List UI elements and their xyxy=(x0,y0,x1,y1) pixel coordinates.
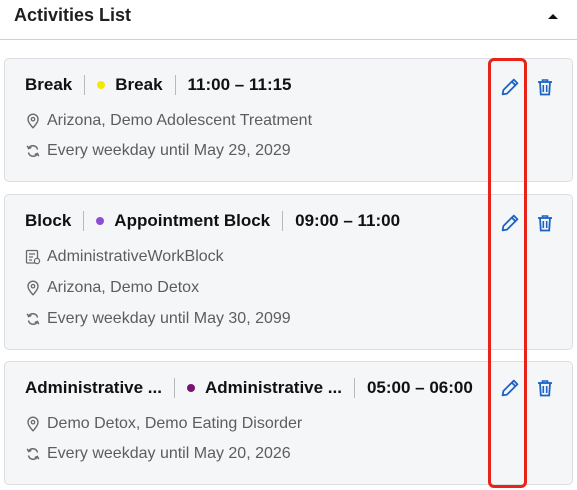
location-pin-icon xyxy=(25,416,41,432)
delete-button[interactable] xyxy=(534,377,556,399)
section-title: Activities List xyxy=(14,5,132,25)
activity-type-dot-icon xyxy=(97,81,106,89)
activity-locations: Demo Detox, Demo Eating Disorder xyxy=(47,415,303,432)
delete-button[interactable] xyxy=(534,212,556,234)
activity-recurrence: Every weekday until May 30, 2099 xyxy=(47,310,291,327)
activity-type-dot-icon xyxy=(96,217,105,225)
activity-summary-row: Break Break 11:00 – 11:15 xyxy=(25,75,292,95)
location-pin-icon xyxy=(25,280,41,296)
activity-name: Block xyxy=(25,211,72,230)
activity-location-row: Demo Detox, Demo Eating Disorder xyxy=(25,415,302,433)
workblock-icon xyxy=(25,249,41,265)
divider xyxy=(353,378,355,398)
collapse-button[interactable] xyxy=(541,6,565,26)
activity-time: 11:00 – 11:15 xyxy=(187,75,292,94)
delete-button[interactable] xyxy=(534,76,556,98)
activity-recurrence-row: Every weekday until May 20, 2026 xyxy=(25,445,291,463)
repeat-icon xyxy=(25,311,41,327)
activity-recurrence-row: Every weekday until May 29, 2029 xyxy=(25,142,291,160)
trash-icon xyxy=(538,79,552,96)
divider xyxy=(173,378,175,398)
divider xyxy=(84,75,86,95)
activity-type: Appointment Block xyxy=(114,211,271,230)
divider xyxy=(83,211,85,231)
activity-type-dot-icon xyxy=(186,384,195,392)
activity-name: Administrative ... xyxy=(25,378,162,397)
divider xyxy=(282,211,284,231)
activity-recurrence: Every weekday until May 20, 2026 xyxy=(47,445,291,462)
repeat-icon xyxy=(25,446,41,462)
activity-type: Break xyxy=(115,75,163,94)
activity-recurrence: Every weekday until May 29, 2029 xyxy=(47,142,291,159)
activity-workblock-row: AdministrativeWorkBlock xyxy=(25,248,224,266)
divider xyxy=(174,75,176,95)
caret-up-icon xyxy=(548,14,558,19)
activity-name: Break xyxy=(25,75,73,94)
repeat-icon xyxy=(25,143,41,159)
activity-summary-row: Administrative ... Administrative ... 05… xyxy=(25,378,473,398)
activity-type: Administrative ... xyxy=(204,378,342,397)
trash-icon xyxy=(538,380,552,397)
activity-location-row: Arizona, Demo Adolescent Treatment xyxy=(25,112,312,130)
activity-locations: Arizona, Demo Adolescent Treatment xyxy=(47,112,313,129)
activity-workblock: AdministrativeWorkBlock xyxy=(47,248,224,265)
trash-icon xyxy=(538,215,552,232)
location-pin-icon xyxy=(25,113,41,129)
edit-column-highlight xyxy=(488,58,527,488)
activity-summary-row: Block Appointment Block 09:00 – 11:00 xyxy=(25,211,400,231)
activity-time: 09:00 – 11:00 xyxy=(295,211,401,230)
activity-time: 05:00 – 06:00 xyxy=(366,378,473,397)
activity-locations: Arizona, Demo Detox xyxy=(47,279,200,296)
activity-location-row: Arizona, Demo Detox xyxy=(25,279,199,297)
activity-recurrence-row: Every weekday until May 30, 2099 xyxy=(25,310,291,328)
activities-list-header: Activities List xyxy=(0,0,577,40)
